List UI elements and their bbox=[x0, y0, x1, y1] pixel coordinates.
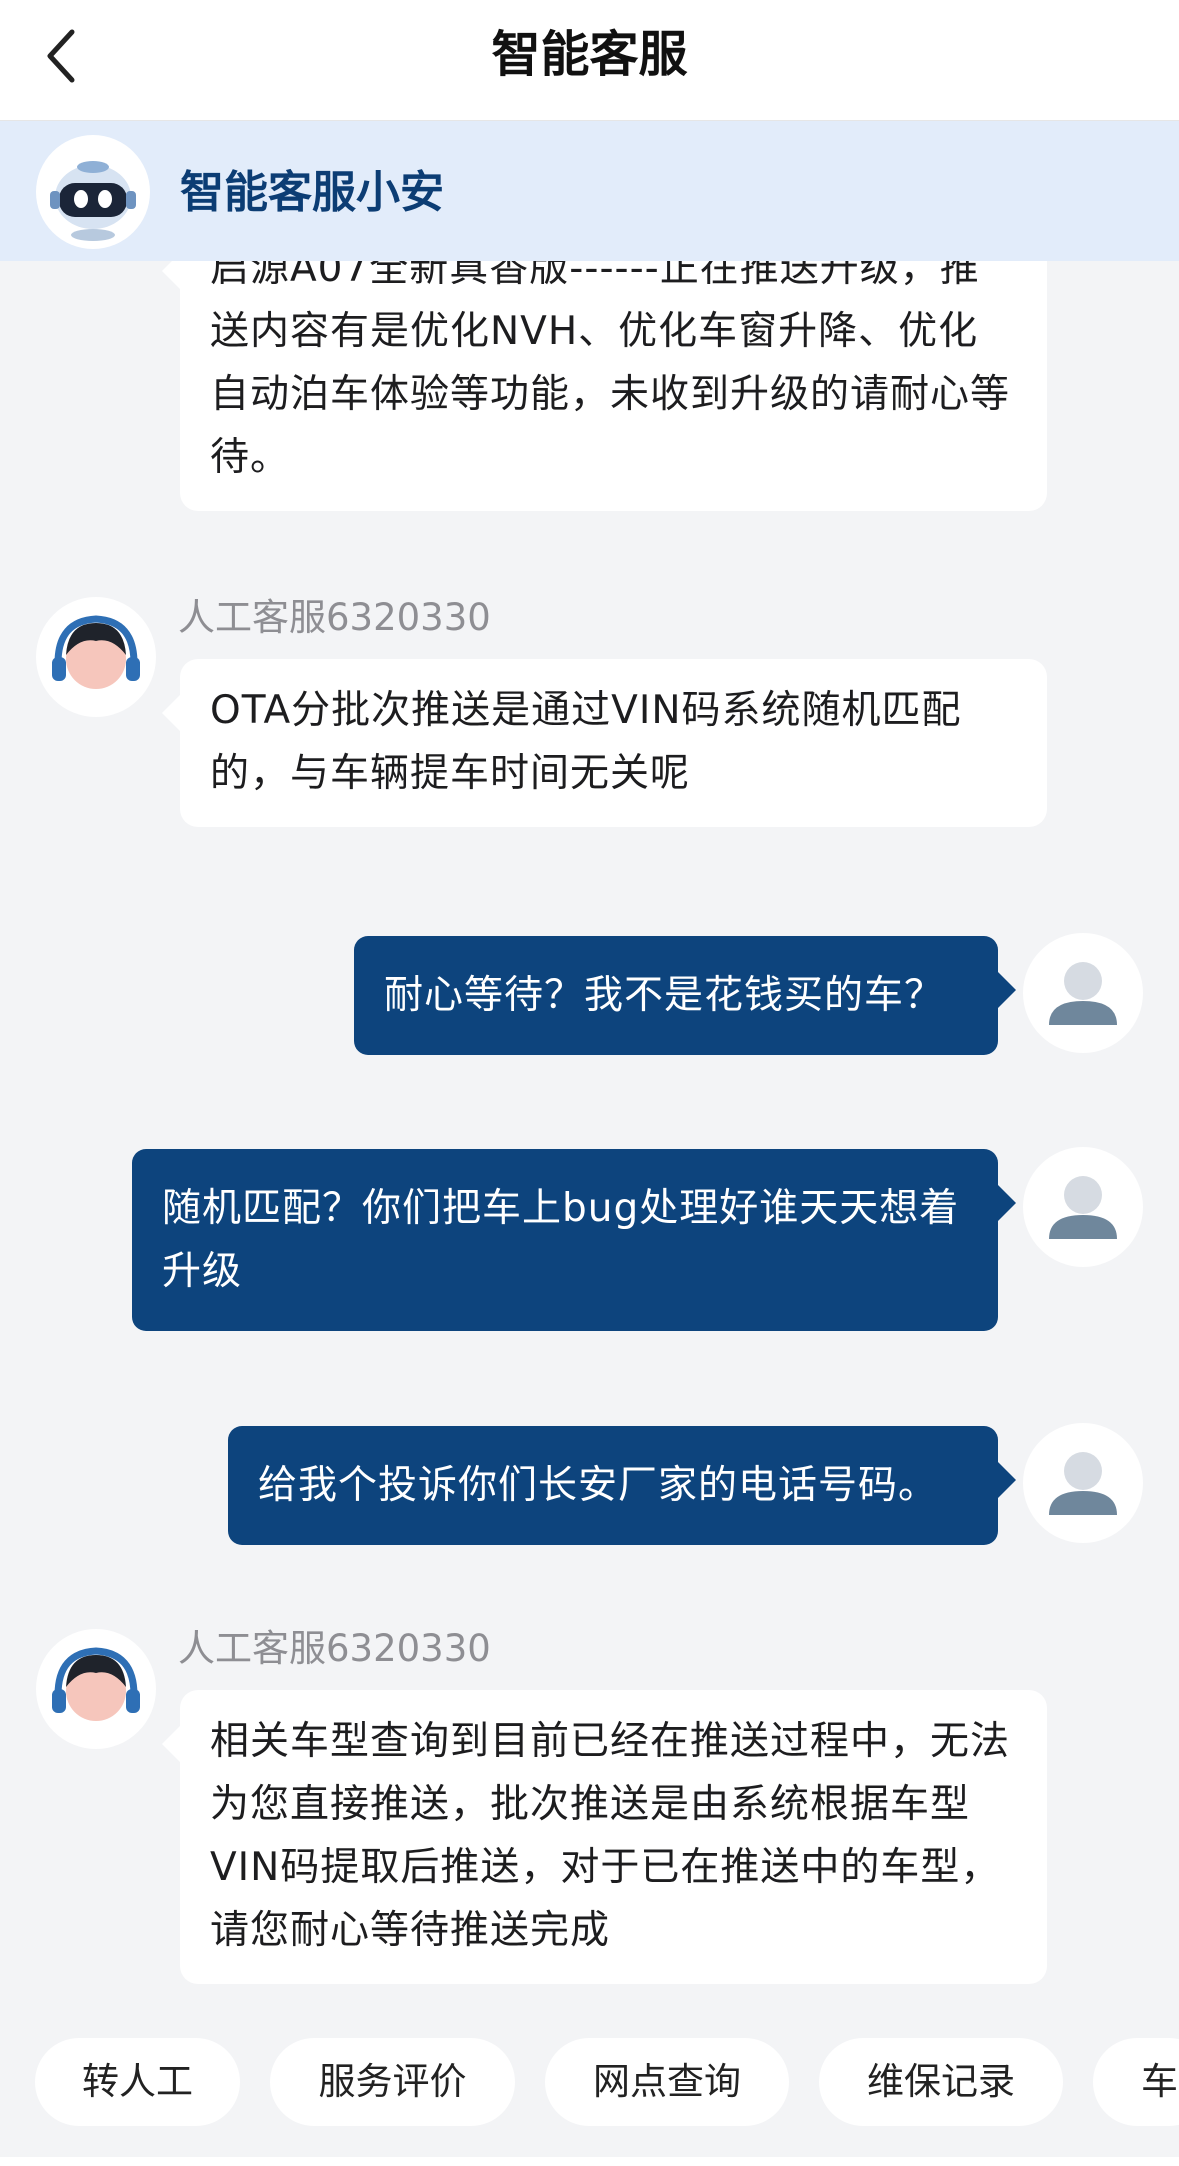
quick-action-service-rating[interactable]: 服务评价 bbox=[270, 2038, 515, 2126]
message-text: 相关车型查询到目前已经在推送过程中，无法为您直接推送，批次推送是由系统根据车型V… bbox=[210, 1719, 1011, 1953]
user-message-bubble: 给我个投诉你们长安厂家的电话号码。 bbox=[228, 1426, 1016, 1545]
bot-name: 智能客服小安 bbox=[180, 167, 444, 218]
user-message-bubble: 随机匹配？你们把车上bug处理好谁天天想着升级 bbox=[132, 1149, 1016, 1331]
user-avatar-icon bbox=[1023, 1147, 1143, 1267]
chat-list[interactable]: 启源A07全新真香版------正在推送升级，推送内容有是优化NVH、优化车窗升… bbox=[0, 261, 1179, 2033]
agent-name: 人工客服6320330 bbox=[178, 596, 491, 639]
user-avatar-icon bbox=[1023, 1423, 1143, 1543]
quick-actions-bar: 转人工 服务评价 网点查询 维保记录 车 bbox=[0, 2033, 1179, 2166]
quick-action-maintenance-record[interactable]: 维保记录 bbox=[819, 2038, 1063, 2126]
page-title: 智能客服 bbox=[491, 26, 688, 83]
agent-avatar bbox=[36, 1629, 156, 1749]
bottom-divider bbox=[0, 2157, 1179, 2166]
robot-icon bbox=[36, 135, 150, 249]
bot-header: 智能客服小安 bbox=[0, 121, 1179, 261]
message-text: 给我个投诉你们长安厂家的电话号码。 bbox=[258, 1463, 939, 1508]
quick-action-outlet-search[interactable]: 网点查询 bbox=[545, 2038, 789, 2126]
user-avatar-icon bbox=[1023, 933, 1143, 1053]
user-message-bubble: 耐心等待？我不是花钱买的车？ bbox=[354, 936, 1016, 1055]
agent-avatar bbox=[36, 597, 156, 717]
message-bubble: OTA分批次推送是通过VIN码系统随机匹配的，与车辆提车时间无关呢 bbox=[162, 659, 1047, 827]
message-bubble: 相关车型查询到目前已经在推送过程中，无法为您直接推送，批次推送是由系统根据车型V… bbox=[162, 1690, 1047, 1984]
navigation-bar: 智能客服 bbox=[0, 0, 1179, 121]
agent-name: 人工客服6320330 bbox=[178, 1627, 491, 1670]
message-text: 随机匹配？你们把车上bug处理好谁天天想着升级 bbox=[162, 1186, 960, 1294]
message-text: 启源A07全新真香版------正在推送升级，推送内容有是优化NVH、优化车窗升… bbox=[210, 261, 1011, 480]
quick-action-more[interactable]: 车 bbox=[1093, 2038, 1179, 2126]
message-text: OTA分批次推送是通过VIN码系统随机匹配的，与车辆提车时间无关呢 bbox=[210, 688, 962, 796]
message-bubble: 启源A07全新真香版------正在推送升级，推送内容有是优化NVH、优化车窗升… bbox=[162, 261, 1047, 511]
message-text: 耐心等待？我不是花钱买的车？ bbox=[384, 973, 945, 1018]
quick-action-transfer-human[interactable]: 转人工 bbox=[35, 2038, 240, 2126]
